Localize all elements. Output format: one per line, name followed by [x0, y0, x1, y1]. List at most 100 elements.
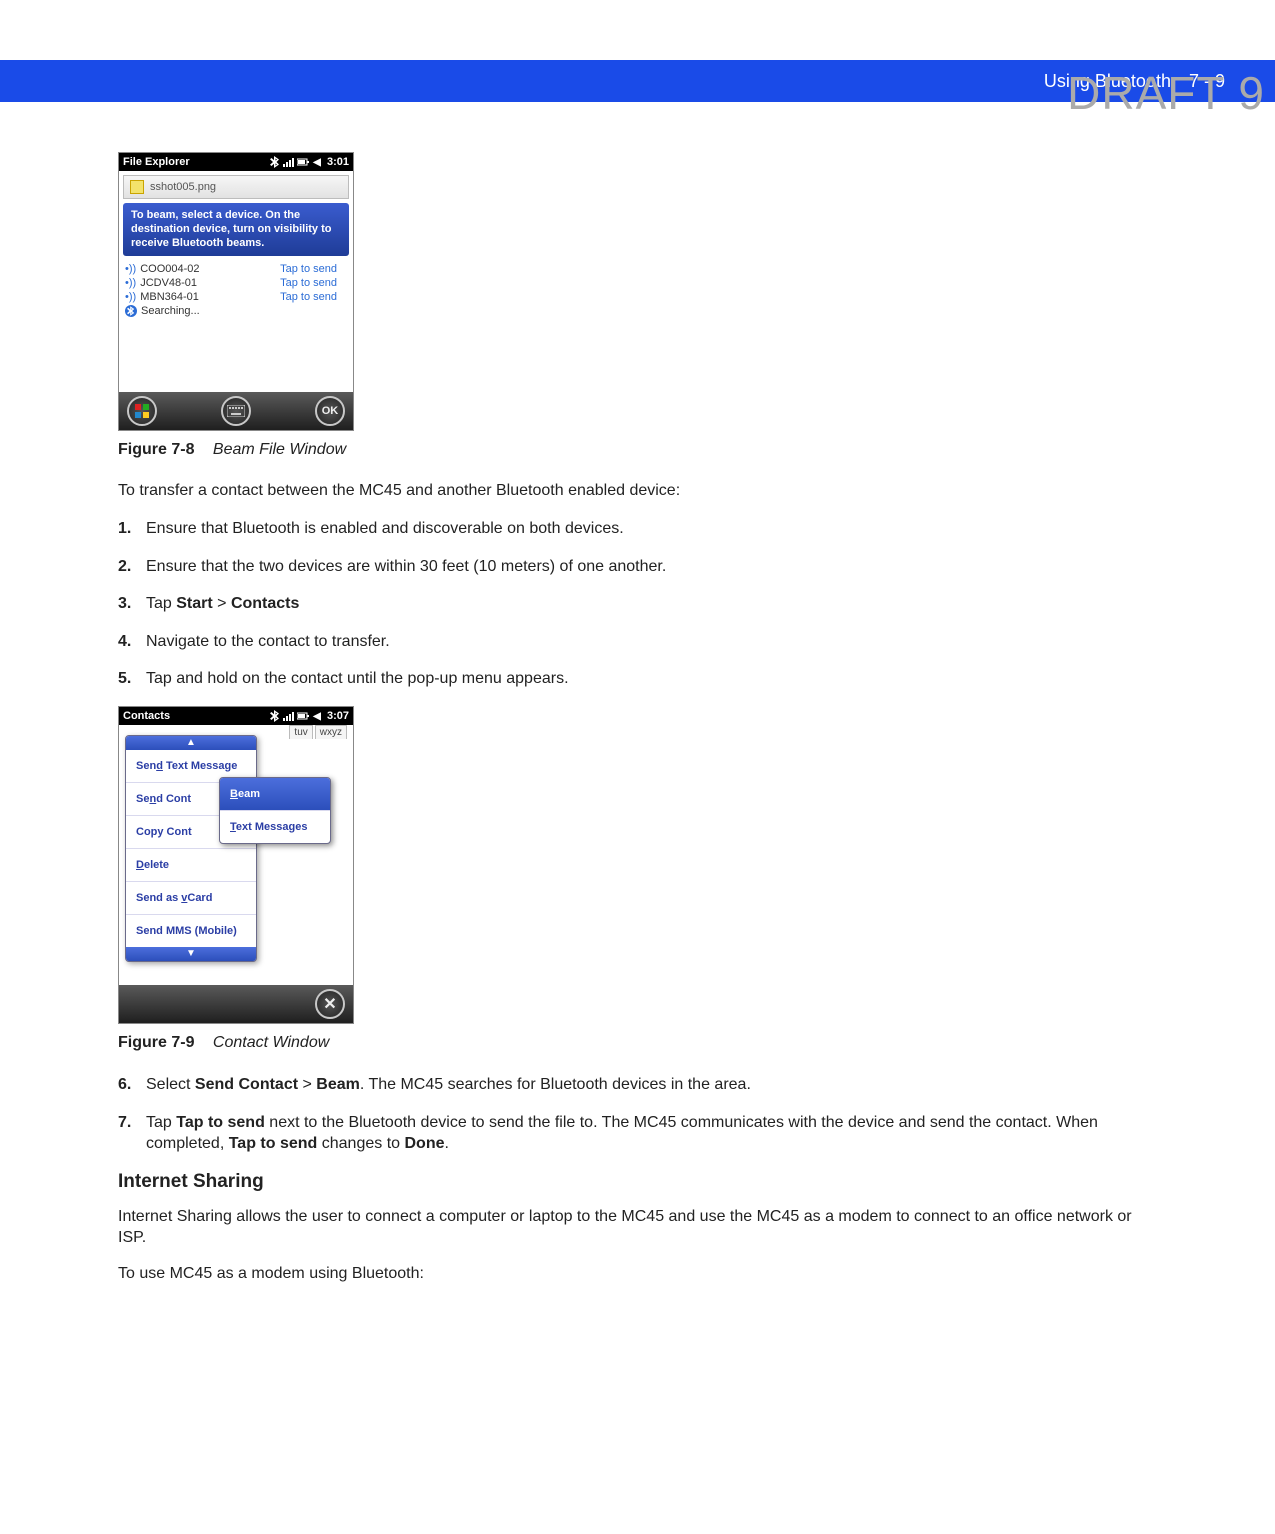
menu-hotkey: d	[156, 760, 163, 772]
tap-to-send-link[interactable]: Tap to send	[280, 291, 337, 303]
titlebar-time: 3:07	[327, 710, 349, 722]
device-name: JCDV48-01	[140, 277, 280, 289]
step-bold: Done	[404, 1135, 444, 1152]
device-row[interactable]: •)) JCDV48-01 Tap to send	[125, 276, 347, 290]
keyboard-button[interactable]	[221, 396, 251, 426]
device-signal-icon: •))	[125, 277, 136, 289]
step-text: .	[444, 1135, 448, 1152]
figure-7-8-caption: Figure 7-8 Beam File Window	[118, 441, 1157, 459]
titlebar: Contacts ◀ 3:07	[119, 707, 353, 725]
signal-icon	[283, 156, 295, 168]
alpha-tabs: tuv wxyz	[289, 725, 347, 739]
bluetooth-icon	[269, 710, 281, 722]
device-row[interactable]: •)) MBN364-01 Tap to send	[125, 290, 347, 304]
tap-to-send-link[interactable]: Tap to send	[280, 263, 337, 275]
menu-delete[interactable]: Delete	[126, 848, 256, 881]
menu-text: Se	[136, 793, 149, 805]
submenu: Beam Text Messages	[219, 777, 331, 844]
tap-to-send-link[interactable]: Tap to send	[280, 277, 337, 289]
device-signal-icon: •))	[125, 263, 136, 275]
submenu-beam[interactable]: Beam	[220, 778, 330, 810]
watermark: DRAFT 9	[1067, 66, 1265, 120]
step-text: changes to	[317, 1135, 404, 1152]
menu-text: Text Message	[163, 760, 237, 772]
device-row[interactable]: •)) COO004-02 Tap to send	[125, 262, 347, 276]
step-1: Ensure that Bluetooth is enabled and dis…	[118, 518, 1157, 540]
contacts-body: tuv wxyz ▲ Send Text Message Send Cont C…	[119, 725, 353, 985]
figure-id: Figure 7-9	[118, 1034, 194, 1051]
step-bold: Start	[176, 595, 212, 612]
ok-button[interactable]: OK	[315, 396, 345, 426]
signal-icon	[283, 710, 295, 722]
beam-instruction: To beam, select a device. On the destina…	[123, 203, 349, 256]
menu-text: Send as	[136, 892, 181, 904]
submenu-text-messages[interactable]: Text Messages	[220, 810, 330, 843]
figure-id: Figure 7-8	[118, 441, 194, 458]
bluetooth-icon	[269, 156, 281, 168]
menu-send-mms[interactable]: Send MMS (Mobile)	[126, 914, 256, 947]
menu-text: eam	[238, 788, 260, 800]
device-name: COO004-02	[140, 263, 280, 275]
start-button[interactable]	[127, 396, 157, 426]
steps-list-2: Select Send Contact > Beam. The MC45 sea…	[118, 1074, 1157, 1155]
step-2: Ensure that the two devices are within 3…	[118, 556, 1157, 578]
searching-row: Searching...	[125, 304, 347, 318]
menu-text: Card	[187, 892, 212, 904]
menu-text: Sen	[136, 760, 156, 772]
bluetooth-badge-icon	[125, 305, 137, 317]
step-6: Select Send Contact > Beam. The MC45 sea…	[118, 1074, 1157, 1096]
titlebar: File Explorer ◀ 3:01	[119, 153, 353, 171]
menu-text: ext Messages	[236, 821, 308, 833]
menu-hotkey: D	[136, 859, 144, 871]
menu-text: elete	[144, 859, 169, 871]
step-bold: Tap to send	[229, 1135, 318, 1152]
page-content: File Explorer ◀ 3:01 sshot005.png To bea…	[0, 102, 1275, 1341]
step-bold: Contacts	[231, 595, 299, 612]
step-text: Tap	[146, 595, 176, 612]
device-name: MBN364-01	[140, 291, 280, 303]
speaker-icon: ◀	[311, 710, 323, 722]
beam-file-screenshot: File Explorer ◀ 3:01 sshot005.png To bea…	[118, 152, 354, 431]
menu-hotkey: B	[230, 788, 238, 800]
close-button[interactable]: ✕	[315, 989, 345, 1019]
menu-send-vcard[interactable]: Send as vCard	[126, 881, 256, 914]
file-icon	[130, 180, 144, 194]
step-text: . The MC45 searches for Bluetooth device…	[360, 1076, 751, 1093]
step-text: Select	[146, 1076, 195, 1093]
step-text: >	[213, 595, 231, 612]
step-4: Navigate to the contact to transfer.	[118, 631, 1157, 653]
close-icon: ✕	[323, 994, 336, 1014]
step-text: Tap	[146, 1114, 176, 1131]
titlebar-app: File Explorer	[123, 156, 190, 168]
menu-scroll-down[interactable]: ▼	[126, 947, 256, 961]
figure-title: Beam File Window	[213, 441, 346, 458]
selected-file-row: sshot005.png	[123, 175, 349, 199]
steps-list-1: Ensure that Bluetooth is enabled and dis…	[118, 518, 1157, 690]
step-bold: Send Contact	[195, 1076, 298, 1093]
file-name: sshot005.png	[150, 181, 216, 193]
menu-scroll-up[interactable]: ▲	[126, 736, 256, 750]
battery-icon	[297, 710, 309, 722]
alpha-tab[interactable]: tuv	[289, 725, 312, 739]
internet-sharing-paragraph-2: To use MC45 as a modem using Bluetooth:	[118, 1264, 1157, 1285]
step-bold: Tap to send	[176, 1114, 265, 1131]
context-menu: ▲ Send Text Message Send Cont Copy Cont …	[125, 735, 257, 962]
battery-icon	[297, 156, 309, 168]
device-list: •)) COO004-02 Tap to send •)) JCDV48-01 …	[119, 260, 353, 322]
contact-window-screenshot: Contacts ◀ 3:07 tuv wxyz ▲ S	[118, 706, 354, 1024]
internet-sharing-heading: Internet Sharing	[118, 1171, 1157, 1193]
speaker-icon: ◀	[311, 156, 323, 168]
device-signal-icon: •))	[125, 291, 136, 303]
alpha-tab[interactable]: wxyz	[315, 725, 347, 739]
step-bold: Beam	[316, 1076, 360, 1093]
menu-text: d Cont	[156, 793, 191, 805]
figure-7-9-caption: Figure 7-9 Contact Window	[118, 1034, 1157, 1052]
step-3: Tap Start > Contacts	[118, 593, 1157, 615]
step-5: Tap and hold on the contact until the po…	[118, 668, 1157, 690]
titlebar-app: Contacts	[123, 710, 170, 722]
step-text: >	[298, 1076, 316, 1093]
intro-paragraph: To transfer a contact between the MC45 a…	[118, 481, 1157, 502]
step-7: Tap Tap to send next to the Bluetooth de…	[118, 1112, 1157, 1155]
searching-text: Searching...	[141, 305, 347, 317]
internet-sharing-paragraph: Internet Sharing allows the user to conn…	[118, 1207, 1157, 1249]
